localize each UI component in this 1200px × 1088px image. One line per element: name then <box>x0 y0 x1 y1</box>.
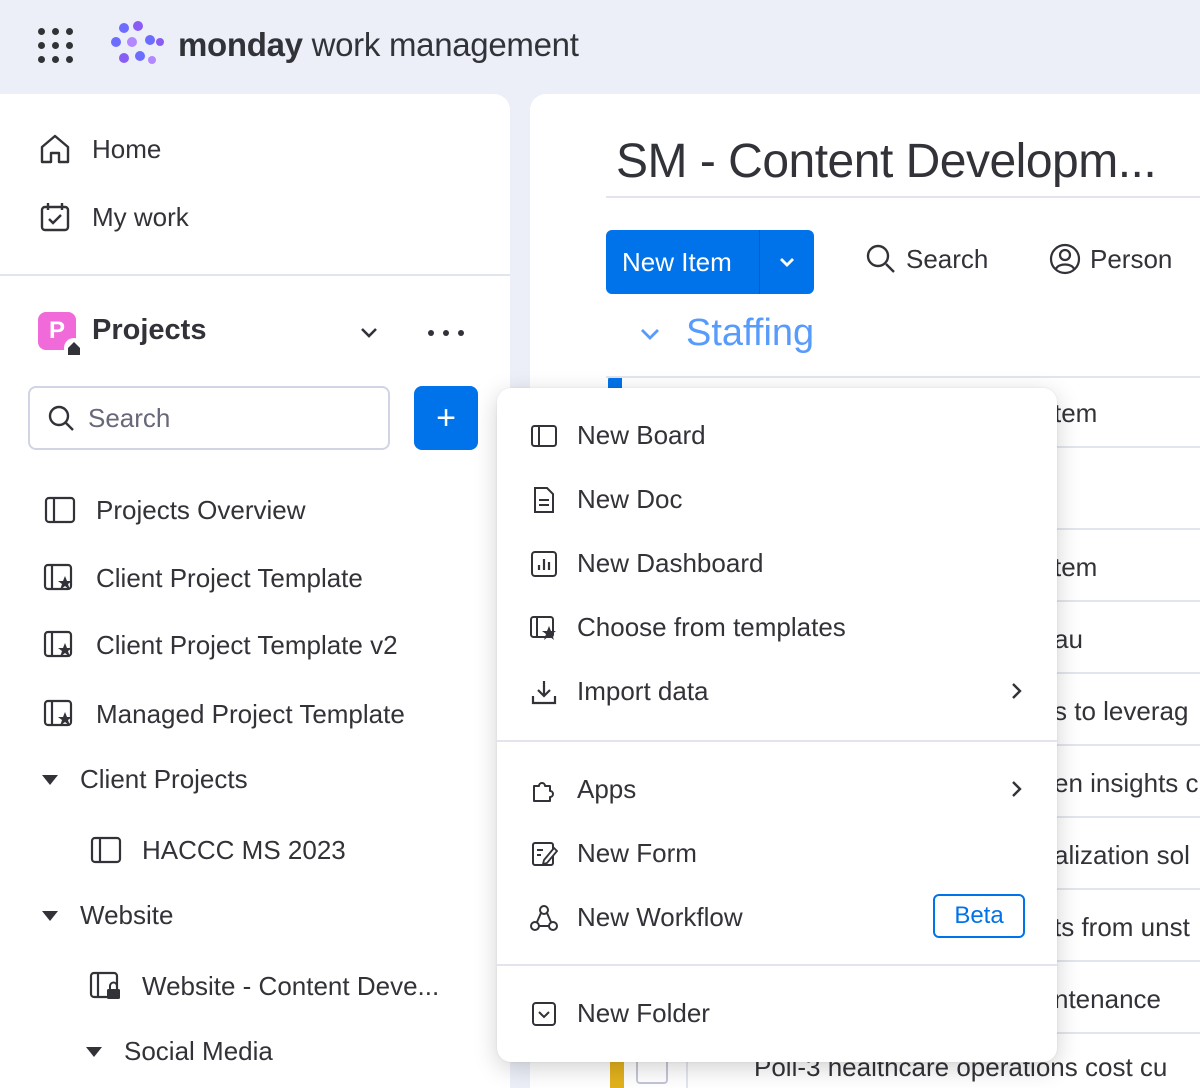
board-icon <box>529 421 559 451</box>
sidebar-item-client-project-template-v2[interactable]: Client Project Template v2 <box>42 627 398 663</box>
menu-divider <box>497 740 1057 742</box>
top-bar: monday work management <box>0 0 1200 94</box>
sidebar-folder-label: Website <box>80 900 174 930</box>
beta-badge: Beta <box>933 894 1025 938</box>
sidebar-folder-client-projects[interactable]: Client Projects <box>42 764 248 795</box>
title-divider <box>606 196 1200 198</box>
new-item-button[interactable]: New Item <box>606 230 814 294</box>
sidebar-item-projects-overview[interactable]: Projects Overview <box>42 492 306 528</box>
workspace-title[interactable]: Projects <box>92 314 206 347</box>
menu-item-apps[interactable]: Apps <box>529 774 636 805</box>
brand-rest: work management <box>302 26 579 63</box>
menu-item-label: New Form <box>577 838 697 868</box>
sidebar-search-input[interactable] <box>88 402 368 434</box>
doc-icon <box>529 485 559 515</box>
private-board-icon <box>88 968 124 1004</box>
person-icon <box>1048 242 1082 276</box>
menu-item-new-dashboard[interactable]: New Dashboard <box>529 548 763 579</box>
folder-icon <box>529 999 559 1029</box>
nav-my-work[interactable]: My work <box>38 200 189 234</box>
menu-item-new-doc[interactable]: New Doc <box>529 484 682 515</box>
nav-home[interactable]: Home <box>38 132 161 166</box>
search-icon <box>46 403 76 433</box>
menu-item-label: New Doc <box>577 484 683 514</box>
board-search-button[interactable]: Search <box>864 242 988 276</box>
menu-divider <box>497 964 1057 966</box>
workspace-badge[interactable]: P <box>38 312 84 358</box>
group-title: Staffing <box>686 312 815 354</box>
sidebar-item-managed-project-template[interactable]: Managed Project Template <box>42 696 405 732</box>
brand-name: monday work management <box>178 26 579 64</box>
workspace-home-icon <box>64 338 84 358</box>
caret-down-icon <box>42 910 58 921</box>
left-sidebar: Home My work P Projects + Projects Overv… <box>0 94 510 1088</box>
chevron-down-icon[interactable] <box>356 320 382 346</box>
chevron-down-icon[interactable] <box>760 251 814 273</box>
table-cell[interactable]: tem <box>1054 398 1097 429</box>
menu-item-label: New Dashboard <box>577 548 764 578</box>
form-icon <box>529 839 559 869</box>
menu-item-label: New Folder <box>577 998 710 1028</box>
caret-down-icon <box>86 1046 102 1057</box>
download-icon <box>529 677 559 707</box>
sidebar-item-label: Projects Overview <box>96 494 306 525</box>
chevron-right-icon <box>1005 778 1027 800</box>
template-icon <box>42 627 78 663</box>
menu-item-label: Apps <box>577 774 637 804</box>
board-title[interactable]: SM - Content Developm... <box>616 134 1157 189</box>
person-filter-button[interactable]: Person <box>1048 242 1172 276</box>
template-icon <box>529 613 559 643</box>
nav-home-label: Home <box>92 133 162 164</box>
sidebar-item-client-project-template[interactable]: Client Project Template <box>42 560 363 596</box>
add-button[interactable]: + <box>414 386 478 450</box>
brand-bold: monday <box>178 26 303 63</box>
menu-item-label: Choose from templates <box>577 612 846 642</box>
sidebar-item-label: HACCC MS 2023 <box>142 834 346 865</box>
workflow-icon <box>529 903 559 933</box>
menu-item-label: New Board <box>577 420 706 450</box>
new-item-label: New Item <box>622 246 732 277</box>
home-icon <box>38 132 72 166</box>
person-label: Person <box>1090 243 1173 274</box>
board-icon <box>42 492 78 528</box>
sidebar-search[interactable] <box>28 386 390 450</box>
menu-item-import-data[interactable]: Import data <box>529 676 709 707</box>
sidebar-item-label: Website - Content Deve... <box>142 970 440 1001</box>
sidebar-item-haccc-ms-2023[interactable]: HACCC MS 2023 <box>88 832 346 868</box>
monday-logo-icon <box>110 20 166 72</box>
board-icon <box>88 832 124 868</box>
search-icon <box>864 242 898 276</box>
apps-grid-icon[interactable] <box>38 28 74 64</box>
board-search-label: Search <box>906 243 989 274</box>
sidebar-folder-website[interactable]: Website <box>42 900 173 931</box>
sidebar-divider <box>0 274 510 276</box>
nav-my-work-label: My work <box>92 201 189 232</box>
workspace-badge-letter: P <box>48 317 65 344</box>
sidebar-item-label: Client Project Template v2 <box>96 629 398 660</box>
template-icon <box>42 560 78 596</box>
sidebar-item-website-content[interactable]: Website - Content Deve... <box>88 968 439 1004</box>
sidebar-folder-social-media[interactable]: Social Media <box>86 1036 273 1067</box>
group-header[interactable]: Staffing <box>636 312 814 355</box>
menu-item-new-board[interactable]: New Board <box>529 420 706 451</box>
puzzle-icon <box>529 775 559 805</box>
sidebar-item-label: Managed Project Template <box>96 698 405 729</box>
sidebar-folder-label: Social Media <box>124 1036 273 1066</box>
dashboard-icon <box>529 549 559 579</box>
sidebar-folder-label: Client Projects <box>80 764 248 794</box>
menu-item-choose-templates[interactable]: Choose from templates <box>529 612 846 643</box>
chevron-down-icon[interactable] <box>636 320 664 348</box>
menu-item-new-workflow[interactable]: New Workflow <box>529 902 743 933</box>
menu-item-label: New Workflow <box>577 902 743 932</box>
add-menu: New Board New Doc New Dashboard Choose f… <box>497 388 1057 1062</box>
caret-down-icon <box>42 774 58 785</box>
sidebar-item-label: Client Project Template <box>96 562 363 593</box>
menu-item-new-form[interactable]: New Form <box>529 838 697 869</box>
menu-item-label: Import data <box>577 676 709 706</box>
chevron-right-icon <box>1005 680 1027 702</box>
template-icon <box>42 696 78 732</box>
more-options-icon[interactable] <box>428 318 464 348</box>
menu-item-new-folder[interactable]: New Folder <box>529 998 710 1029</box>
calendar-check-icon <box>38 200 72 234</box>
